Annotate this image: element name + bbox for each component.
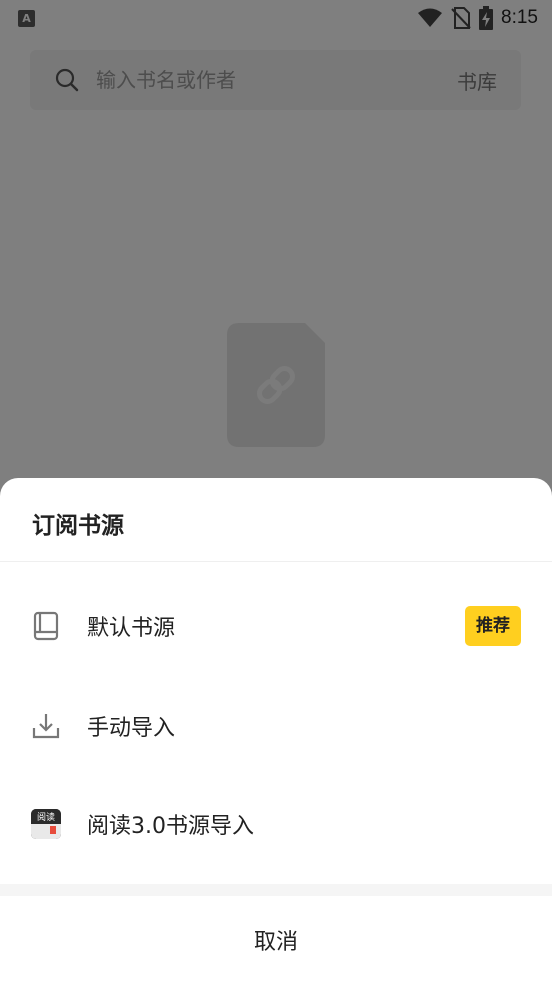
book-icon — [30, 610, 62, 642]
sheet-divider — [0, 561, 552, 562]
legado-app-icon: 阅读 — [30, 808, 62, 840]
subscribe-source-sheet: 订阅书源 默认书源 推荐 手动导入 阅读 阅读3.0书源导入 取消 — [0, 478, 552, 983]
cancel-button[interactable]: 取消 — [0, 896, 552, 983]
recommended-badge: 推荐 — [465, 606, 521, 646]
download-icon — [30, 710, 62, 742]
option-label: 默认书源 — [87, 616, 176, 641]
option-legado-import[interactable]: 阅读 阅读3.0书源导入 — [0, 784, 552, 864]
option-default-source[interactable]: 默认书源 推荐 — [0, 586, 552, 666]
sheet-title: 订阅书源 — [32, 513, 124, 539]
option-manual-import[interactable]: 手动导入 — [0, 686, 552, 766]
sheet-gap — [0, 884, 552, 896]
option-label: 阅读3.0书源导入 — [87, 814, 254, 839]
option-label: 手动导入 — [87, 716, 176, 741]
legado-icon-text: 阅读 — [31, 809, 61, 824]
